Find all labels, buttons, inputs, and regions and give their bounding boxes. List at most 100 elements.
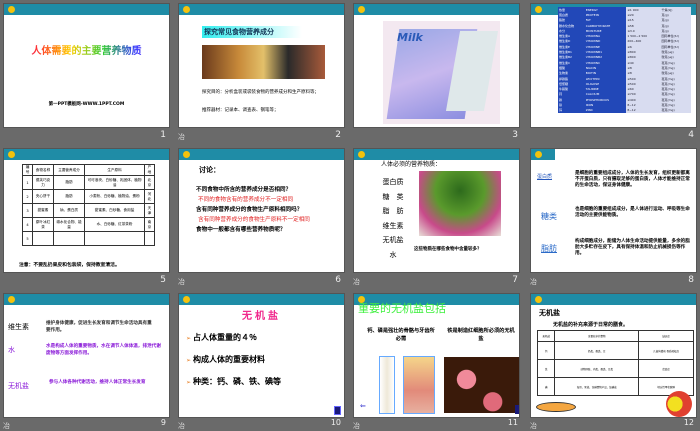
bullet-item: ➢ 构成人体的重要材料 (186, 354, 341, 376)
animation-icon[interactable]: 冶 (3, 421, 10, 431)
table-cell: 碳水化合物、能量 (52, 217, 86, 232)
slide-thumbnail-11[interactable]: 重要的无机盐包括 钙、磷是强壮的骨骼与牙齿所必需 铁是制造红细胞所必须的无机盐 … (353, 293, 520, 418)
slide-number: 12 (683, 418, 694, 427)
bullet-equipment: 推荐器材：记录本、调查表、钢笔等； (202, 108, 279, 113)
table-header: 无机盐 (536, 330, 556, 342)
table-cell: 脂肪 (52, 175, 86, 190)
bullet-text: 种类：钙、磷、铁、碘等 (193, 377, 282, 386)
nutrient-descriptions: 蛋白质 是细胞的重要组成成分，人体的生长发育，组织更新都离不开蛋白质，只有摄取足够… (531, 149, 696, 272)
table-row: 1 德芙巧克力 脂肪 可可液块、白砂糖、乳固体、植物油 北京 (21, 175, 156, 190)
table-cell: 4 (21, 217, 34, 232)
red-blood-cell-image (444, 357, 519, 413)
slide-footer: 第一PPT模板网-WWW.1PPT.COM (48, 102, 125, 107)
slide-thumbnail-12[interactable]: 无机盐 无机盐的补充来源于日常的膳食。 无机盐 含量较多的食物 缺乏症钙奶类、蛋类、… (530, 293, 697, 418)
slide-header-bar (179, 294, 344, 305)
nutrient-item: 蛋白质 (382, 178, 404, 186)
table-cell: 毫克(mg) (660, 107, 691, 113)
carrot-image (536, 402, 576, 412)
nutrient-label: 维生素 (8, 323, 29, 331)
nutrient-description: 是细胞的重要组成成分，人体的生长发育，组织更新都离不开蛋白质，只有摄取足够的蛋白… (575, 171, 690, 188)
slide-number: 6 (335, 275, 341, 285)
nutrient-description: 也是细胞的重要组成成分，是人体进行运动、呼吸等生命活动的主要供能物质。 (575, 207, 690, 218)
nutrient-description: 参与人体各种代谢活动，维持人体正常生长发育 (49, 380, 146, 385)
bullet-text: 占人体重量的４％ (193, 333, 258, 342)
slide-thumbnail-3[interactable]: Milk (353, 3, 520, 128)
table-cell: 5 (21, 231, 34, 246)
slide-number: 3 (512, 130, 518, 140)
discussion-line: 不同食物中所含的营养成分是否相同？ (196, 187, 292, 193)
next-button[interactable] (515, 405, 519, 414)
slide-thumbnail-2[interactable]: 探究常见食物营养成分 探究目的：分析盒装或袋装食物的营养成分和生产原料等； 推荐… (178, 3, 345, 128)
table-row: 钙奶类、蛋类、豆 儿童佝偻病 骨质疏松症 (536, 341, 694, 360)
milk-label: Milk (397, 31, 423, 44)
table-cell: 2 (21, 189, 34, 204)
slide-thumbnail-4[interactable]: 热量 ENERGY ≥1 900 千焦(kJ) 蛋白质 PROTEIN ≥20 克(g) 脂肪 F… (530, 3, 697, 128)
animation-icon[interactable]: 冶 (353, 277, 360, 287)
table-cell: 原叶冰红茶 (32, 217, 54, 232)
slide-thumbnail-6[interactable]: 讨论： 不同食物中所含的营养成分是否相同？ 不同的食物含有的营养成分不一定相同 含有… (178, 148, 345, 273)
table-cell: 德芙巧克力 (32, 175, 54, 190)
slide-header-bar (4, 4, 169, 15)
slide-header-bar (179, 4, 344, 15)
slide-number: 4 (688, 130, 694, 140)
animation-icon[interactable]: 冶 (353, 421, 360, 431)
pear-image (666, 391, 692, 417)
bullet-text: 构成人体的重要材料 (193, 355, 266, 364)
milk-package-image: Milk (383, 21, 500, 124)
slide-number: 8 (688, 275, 694, 285)
nutrient-description: 构成细胞成分，能储为人体生命活动提供能量，多余的脂肪大多贮存在皮下，具有保持体温… (575, 239, 690, 256)
slide-number: 1 (160, 130, 166, 140)
table-cell: 南京 (143, 217, 156, 232)
nutrient-item: 维生素 (382, 221, 404, 230)
animation-icon[interactable]: 冶 (530, 421, 537, 431)
sun-icon (535, 6, 542, 13)
animation-icon[interactable]: 冶 (178, 421, 185, 431)
sun-icon (358, 151, 365, 158)
vegetables-image (419, 171, 501, 236)
table-cell (52, 231, 86, 246)
table-cell: 脂肪 (52, 189, 86, 204)
next-button[interactable] (334, 406, 341, 415)
slide-thumbnail-8[interactable]: 蛋白质 是细胞的重要组成成分，人体的生长发育，组织更新都离不开蛋白质，只有摄取足够… (530, 148, 697, 273)
bullet-purpose: 探究目的：分析盒装或袋装食物的营养成分和生产原料等； (202, 90, 319, 95)
slide-thumbnail-1[interactable]: 人体需要的主要营养物质 第一PPT模板网-WWW.1PPT.COM (3, 3, 170, 128)
animation-icon[interactable]: 冶 (530, 277, 537, 287)
bullet-list: ➢ 占人体重量的４％ ➢ 构成人体的重要材料 ➢ 种类：钙、磷、铁、碘等 (186, 332, 341, 398)
table-header: 编号 (21, 164, 34, 176)
slide-thumbnail-5[interactable]: 编号 食物名称 主要营养成分 生产原料 产地 1 德芙巧克力 脂肪 可可液块、白砂糖、乳固体、植… (3, 148, 170, 273)
slide-thumbnail-10[interactable]: 无机盐 ➢ 占人体重量的４％ ➢ 构成人体的重要材料 ➢ 种类：钙、磷、铁、碘等 (178, 293, 345, 418)
table-cell: 小麦粉、白砂糖、植物油、蛋粉 (84, 189, 145, 204)
nutrient-link[interactable]: 糖类 (541, 211, 557, 222)
animation-icon[interactable]: 冶 (178, 132, 185, 142)
table-cell: 贫血症 (638, 359, 694, 378)
table-cell: 钙 (536, 341, 556, 360)
table-row: 铁动物肝脏、肉类、蛋类、豆类 贫血症 (536, 359, 694, 378)
table-cell: 海带、紫菜、含碘食物产品、加碘盐 (554, 377, 640, 396)
sun-icon (8, 151, 15, 158)
iron-text: 铁是制造红细胞所必须的无机盐 (447, 328, 515, 342)
bone-image (379, 356, 395, 414)
table-header: 缺乏症 (638, 330, 694, 342)
nutrient-link[interactable]: 蛋白质 (537, 173, 552, 180)
table-cell: 河北 (143, 189, 156, 204)
nutrient-label: 水 (8, 346, 15, 354)
slide-number: 9 (160, 418, 166, 427)
slide-number: 10 (330, 418, 341, 427)
table-header: 食物名称 (32, 164, 54, 176)
table-cell: 水、白砂糖、红茶茶粉 (84, 217, 145, 232)
discussion-line: 不同的食物含有的营养成分不一定相同 (198, 197, 294, 203)
slide-thumbnail-9[interactable]: 维生素 维护身体健康，促进生长发育和调节生命活动具有重要作用。水 水是构成人体的重要… (3, 293, 170, 418)
slide-note: 注意：不要乱扔果皮和包装袋，保持教室清洁。 (19, 263, 120, 268)
discussion-line: 食物中一般都含有哪些营养物质呢？ (196, 227, 286, 233)
table-cell: 夹心饼干 (32, 189, 54, 204)
animation-icon[interactable]: 冶 (178, 277, 185, 287)
arrow-bullet-icon: ➢ (186, 357, 192, 364)
back-arrow-icon[interactable]: ⇐ (360, 402, 366, 410)
table-cell: 甜蜜素 (32, 203, 54, 218)
nutrient-link[interactable]: 脂肪 (541, 243, 557, 254)
nutrient-item: 水 (389, 250, 397, 259)
slide-thumbnail-7[interactable]: 人体必须的营养物质： 蛋白质糖 类脂 肪维生素 无机盐水 这些物质在哪些食物中含量… (353, 148, 520, 273)
calcium-text: 钙、磷是强壮的骨骼与牙齿所必需 (367, 328, 435, 342)
slide-question: 这些物质在哪些食物中含量较多？ (414, 247, 482, 252)
table-cell: 3 (21, 203, 34, 218)
